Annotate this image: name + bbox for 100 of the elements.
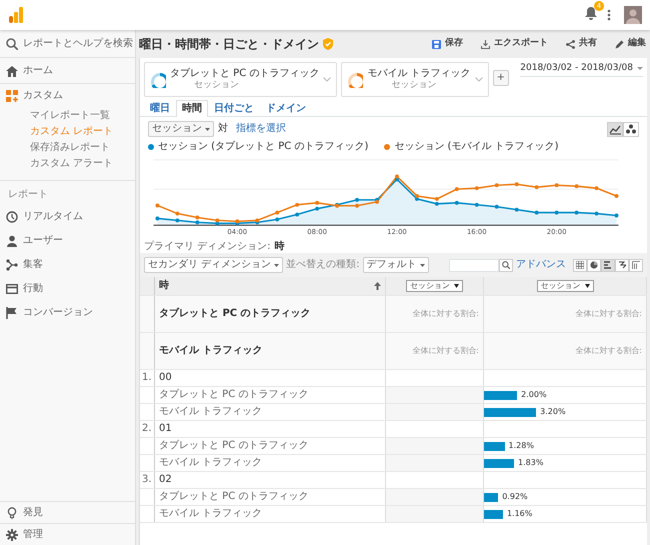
view-toggle-button[interactable]	[615, 258, 629, 272]
nav-item[interactable]: 管理	[23, 528, 43, 540]
grid-icon	[576, 261, 584, 269]
tab[interactable]: ドメイン	[260, 100, 312, 117]
row-index: 3.	[142, 474, 152, 486]
action-button[interactable]: エクスポート	[480, 36, 549, 52]
nav-item[interactable]: ホーム	[23, 64, 53, 76]
date-range-picker[interactable]: 2018/03/02 - 2018/03/08	[520, 62, 643, 76]
share-value: 2.00%	[521, 390, 547, 400]
nav-item[interactable]: カスタム	[23, 90, 63, 102]
bars-icon	[604, 261, 612, 269]
tab[interactable]: 時間	[176, 100, 208, 117]
view-toggle-button[interactable]	[587, 258, 601, 272]
share-label: 全体に対する割合:	[575, 309, 642, 319]
logo-icon	[8, 7, 24, 23]
view-toggle-button[interactable]	[629, 258, 643, 272]
row-value: 00	[159, 372, 172, 384]
row-index: 1.	[142, 372, 152, 384]
nav-item[interactable]: 発見	[23, 506, 43, 518]
dimension-value[interactable]: 時	[274, 241, 285, 253]
clock-icon	[6, 211, 18, 223]
share-icon	[566, 40, 575, 48]
pie-icon	[590, 261, 598, 269]
advanced-link[interactable]: アドバンス	[516, 259, 566, 271]
search-icon	[6, 38, 18, 50]
flag-icon	[6, 307, 18, 319]
line-chart-icon	[609, 123, 621, 135]
segment-card[interactable]: モバイル トラフィック セッション	[341, 62, 489, 97]
share-value: 1.83%	[518, 458, 544, 468]
share-value: 3.20%	[540, 407, 566, 417]
row-label: タブレットと PC のトラフィック	[159, 440, 308, 452]
nav-item[interactable]: リアルタイム	[23, 211, 83, 223]
save-icon	[432, 40, 441, 48]
zigzag-icon	[618, 261, 626, 269]
segment-title: モバイル トラフィック	[367, 68, 471, 80]
metric-dropdown[interactable]: セッション	[148, 121, 214, 137]
settings-icon	[6, 528, 18, 540]
view-toggle-button[interactable]	[601, 258, 615, 272]
row-label: モバイル トラフィック	[159, 508, 262, 520]
tab[interactable]: 日付ごと	[208, 100, 260, 117]
nav-item[interactable]: 行動	[23, 283, 43, 295]
share-value: 0.92%	[502, 492, 528, 502]
row-label: モバイル トラフィック	[159, 457, 262, 469]
caret-icon	[274, 264, 280, 266]
caret-icon	[420, 264, 425, 266]
sort-arrow-icon[interactable]	[374, 282, 381, 290]
bell-icon[interactable]	[584, 6, 598, 20]
search-field[interactable]	[449, 258, 499, 272]
sub-nav-item[interactable]: 保存済みレポート	[30, 142, 110, 154]
nav-item[interactable]: 集客	[23, 259, 43, 271]
search-link[interactable]: レポートとヘルプを検索	[23, 38, 133, 50]
chevron-icon	[474, 77, 483, 82]
nav-item[interactable]: コンバージョン	[23, 307, 93, 319]
download-icon	[481, 40, 490, 48]
row-label: モバイル トラフィック	[159, 406, 262, 418]
sort-label: 並べ替えの種類:	[286, 259, 360, 271]
legend-label: セッション (タブレットと PC のトラフィック)	[158, 141, 368, 153]
chart-type-button[interactable]	[607, 122, 623, 136]
sub-nav-item[interactable]: マイレポート一覧	[30, 110, 110, 122]
dimension-label: プライマリ ディメンション:	[144, 241, 271, 253]
view-toggle-button[interactable]	[573, 258, 587, 272]
segment-card[interactable]: タブレットと PC のトラフィック セッション	[144, 62, 338, 97]
metric-select[interactable]: セッション	[406, 280, 463, 292]
share-label: 全体に対する割合:	[412, 309, 479, 319]
window-icon	[6, 283, 18, 295]
legend-label: セッション (モバイル トラフィック)	[394, 141, 559, 153]
search-button[interactable]	[499, 258, 513, 272]
action-button[interactable]: 保存	[431, 36, 464, 52]
share-label: 全体に対する割合:	[575, 346, 642, 356]
row-index: 2.	[142, 423, 152, 435]
summary-label: タブレットと PC のトラフィック	[159, 308, 311, 320]
more-icon[interactable]	[606, 8, 612, 22]
chart-type-button[interactable]	[623, 122, 639, 136]
add-segment-button[interactable]: +	[492, 70, 509, 86]
metric-select[interactable]: セッション	[536, 280, 594, 292]
home-icon	[6, 64, 18, 76]
person-icon	[6, 235, 18, 247]
nav-item[interactable]: ユーザー	[23, 235, 63, 247]
sub-nav-item[interactable]: カスタム アラート	[30, 158, 114, 170]
choose-metric-link[interactable]: 指標を選択	[236, 123, 286, 135]
segment-subtitle: セッション	[390, 80, 438, 91]
section-label: レポート	[8, 189, 48, 200]
action-button[interactable]: 共有	[565, 36, 598, 52]
report-title: 曜日・時間帯・日ごと・ドメイン	[139, 36, 319, 52]
action-button[interactable]: 編集	[614, 36, 647, 52]
secondary-dimension-dropdown[interactable]: セカンダリ ディメンション	[144, 257, 284, 273]
row-label: タブレットと PC のトラフィック	[159, 491, 308, 503]
row-label: タブレットと PC のトラフィック	[159, 389, 308, 401]
verified-shield-icon	[323, 38, 333, 50]
caret-icon	[205, 128, 210, 130]
share-label: 全体に対する割合:	[412, 346, 479, 356]
columns-icon	[632, 261, 640, 269]
column-header[interactable]: 時	[159, 280, 169, 292]
lightbulb-icon	[6, 506, 18, 518]
caret-icon	[454, 284, 459, 288]
row-value: 02	[159, 474, 172, 486]
sort-type-dropdown[interactable]: デフォルト	[362, 257, 429, 273]
tab[interactable]: 曜日	[144, 100, 176, 117]
caret-icon	[584, 284, 590, 288]
chevron-icon	[323, 77, 332, 82]
